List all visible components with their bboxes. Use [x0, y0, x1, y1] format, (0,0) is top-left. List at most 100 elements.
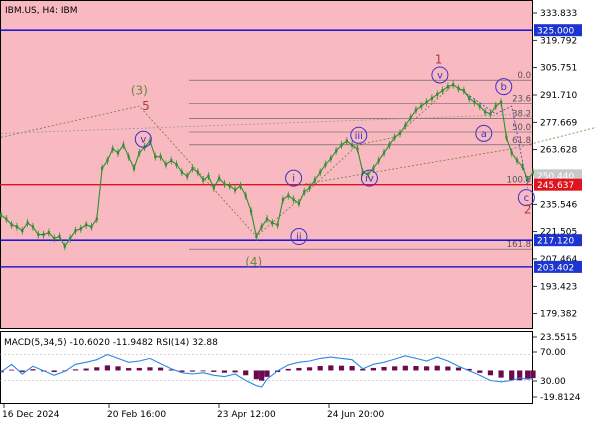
candle-body-83 [441, 89, 444, 93]
candle-body-89 [473, 100, 476, 104]
candle-body-6 [31, 225, 35, 229]
candle-body-85 [452, 83, 455, 87]
candle-body-8 [42, 233, 45, 237]
candle-body-84 [446, 85, 449, 89]
macd-axis: 23.5515 70.00 30.00 -19.8124 [533, 333, 581, 403]
macd-bar-48 [498, 370, 504, 378]
macd-bar-22 [232, 370, 238, 373]
candle-body-91 [484, 110, 487, 114]
candle-body-24 [127, 155, 130, 159]
candle-body-41 [218, 176, 221, 180]
macd-bar-15 [158, 367, 164, 371]
time-tick-label-0: 16 Dec 2024 [2, 410, 60, 420]
wave-label-3: (4) [245, 255, 262, 269]
macd-bar-8 [83, 368, 89, 371]
candle-body-9 [47, 231, 50, 235]
candle-body-72 [382, 151, 386, 155]
candle-body-42 [223, 182, 226, 186]
macd-bar-12 [126, 368, 132, 371]
candle-body-66 [351, 143, 354, 147]
macd-bar-10 [104, 365, 110, 371]
macd-bar-47 [487, 370, 494, 376]
candle-body-25 [132, 166, 136, 170]
candle-body-17 [90, 225, 93, 229]
price-badge-label-3: 217.120 [537, 237, 574, 247]
candle-body-50 [265, 217, 269, 221]
wave-label-4: i [292, 174, 295, 185]
candle-body-19 [100, 166, 104, 170]
candle-body-77 [409, 116, 412, 120]
candle-body-54 [287, 194, 290, 198]
candle-body-33 [175, 163, 178, 166]
macd-bar-44 [455, 367, 462, 371]
macd-bar-39 [402, 365, 408, 371]
candle-body-48 [255, 235, 258, 239]
candle-body-43 [228, 184, 231, 188]
candle-body-70 [372, 166, 375, 170]
candle-body-98 [521, 164, 524, 168]
candle-body-36 [191, 166, 194, 170]
candle-body-73 [388, 143, 391, 147]
price-badge-label-4: 203.402 [537, 263, 574, 273]
candle-body-32 [170, 159, 173, 163]
candle-body-74 [393, 135, 396, 139]
candle-body-80 [425, 100, 428, 104]
candle-body-79 [420, 104, 423, 108]
macd-bar-7 [72, 369, 79, 371]
macd-bar-37 [381, 366, 387, 371]
price-tick-label-4: 277.669 [540, 118, 577, 128]
macd-tick-label-2: 30.00 [540, 377, 566, 387]
candle-body-64 [340, 143, 343, 147]
candle-body-18 [95, 217, 98, 221]
price-panel-background [0, 0, 533, 329]
wave-label-0: (3) [131, 84, 148, 98]
wave-label-11: a [481, 129, 487, 140]
candle-body-67 [356, 147, 359, 151]
candle-body-14 [74, 229, 77, 233]
candle-body-3 [15, 225, 19, 229]
macd-header: MACD(5,34,5) -10.6020 -11.9482 RSI(14) 3… [4, 338, 218, 348]
macd-bar-18 [189, 370, 196, 372]
candle-body-63 [335, 149, 338, 153]
candle-body-31 [164, 163, 168, 166]
candle-body-21 [111, 147, 114, 151]
candle-body-13 [69, 236, 72, 240]
candle-body-60 [319, 170, 322, 174]
macd-bar-1 [9, 369, 15, 371]
price-tick-label-0: 333.833 [540, 9, 577, 19]
candle-body-82 [436, 92, 439, 96]
candle-body-99 [526, 178, 529, 182]
wave-label-1: 5 [142, 99, 150, 113]
chart-header: IBM.US, H4: IBM [5, 6, 77, 16]
candle-body-44 [233, 188, 237, 192]
macd-bar-36 [370, 367, 376, 371]
candle-body-76 [404, 124, 407, 128]
macd-bar-5 [51, 370, 57, 373]
wave-label-2: v [140, 135, 146, 146]
macd-bar-31 [317, 366, 323, 371]
macd-bar-24 [253, 370, 259, 380]
candle-body-81 [430, 96, 434, 100]
candle-body-56 [297, 201, 301, 205]
time-axis: 16 Dec 2024 20 Feb 16:00 23 Apr 12:00 24 Ju… [2, 404, 384, 420]
wave-label-10: b [501, 82, 507, 93]
macd-bar-41 [424, 366, 430, 371]
macd-tick-label-3: -19.8124 [540, 393, 581, 403]
wave-label-7: iv [365, 174, 374, 185]
candle-body-53 [281, 198, 285, 202]
candle-body-40 [212, 186, 215, 190]
candle-body-39 [207, 174, 210, 178]
price-badge-label-2: 245.637 [537, 181, 574, 191]
wave-label-5: ii [296, 232, 302, 243]
candle-body-1 [5, 217, 8, 221]
macd-bar-25 [259, 370, 265, 381]
price-tick-label-10: 179.382 [540, 310, 577, 320]
macd-bar-28 [285, 368, 291, 371]
candle-body-86 [457, 87, 460, 91]
candle-body-88 [468, 96, 471, 100]
candle-body-94 [499, 100, 503, 104]
candle-body-4 [21, 229, 24, 233]
price-tick-label-6: 235.546 [540, 200, 577, 210]
candle-body-47 [249, 209, 253, 213]
candle-body-38 [202, 178, 205, 182]
